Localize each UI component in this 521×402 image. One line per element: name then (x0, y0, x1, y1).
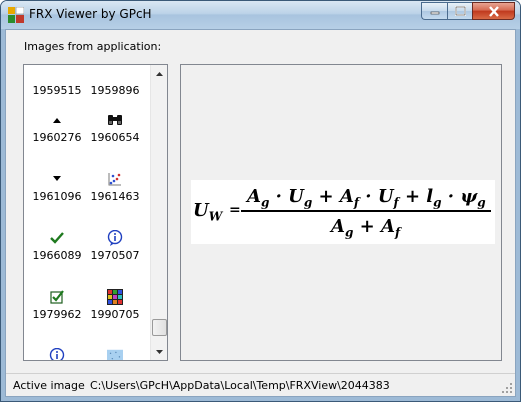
list-item[interactable]: 1990705 (86, 282, 144, 338)
up-arrow-icon (49, 112, 65, 128)
list-item-label: 1990705 (90, 308, 140, 321)
grid-icon (107, 289, 123, 305)
list-item-label: 1966089 (32, 249, 82, 262)
close-icon (488, 5, 499, 17)
minimize-button[interactable] (421, 2, 447, 20)
scroll-up-icon (156, 71, 163, 76)
list-item[interactable]: 1966089 (28, 223, 86, 279)
list-item-label: 1959515 (32, 84, 82, 97)
binoculars-icon (107, 112, 123, 128)
caption-buttons (421, 2, 515, 20)
list-item-label: 1979962 (32, 308, 82, 321)
app-window: FRX Viewer by GPcH Images from applicati… (0, 0, 521, 402)
info-icon (107, 230, 123, 246)
formula-denominator: Ag + Af (331, 216, 401, 240)
image-list[interactable]: 1959515 1959896 1960276 1960654 1961096 … (23, 64, 168, 361)
list-item[interactable]: 1961096 (28, 164, 86, 220)
formula-lhs: UW (193, 200, 223, 224)
status-label: Active image (13, 379, 85, 392)
image-list-content: 1959515 1959896 1960276 1960654 1961096 … (24, 65, 150, 360)
list-item-label: 1959896 (90, 84, 140, 97)
scroll-up-button[interactable] (151, 65, 168, 82)
list-item-label: 1970507 (90, 249, 140, 262)
list-item[interactable]: 1961463 (86, 164, 144, 220)
list-item-label: 1960276 (32, 131, 82, 144)
list-item[interactable]: 1960276 (28, 105, 86, 161)
list-item-label: 1961463 (90, 190, 140, 203)
list-item-label: 1960654 (90, 131, 140, 144)
list-item[interactable]: 1979962 (28, 282, 86, 338)
info-icon (49, 348, 65, 360)
formula-image: UW = Ag · Ug + Af · Uf + lg · ψg Ag + Af (191, 180, 495, 244)
list-item[interactable]: 1960654 (86, 105, 144, 161)
scroll-down-button[interactable] (151, 343, 168, 360)
scroll-down-icon (156, 349, 163, 354)
scroll-thumb[interactable] (152, 319, 167, 336)
checkbox-icon (49, 289, 65, 305)
checkmark-icon (49, 230, 65, 246)
dotted-blue-icon (107, 348, 123, 360)
image-preview: UW = Ag · Ug + Af · Uf + lg · ψg Ag + Af (180, 64, 502, 361)
active-image-path: C:\Users\GPcH\AppData\Local\Temp\FRXView… (90, 379, 390, 392)
formula-equals: = (229, 202, 241, 218)
list-item[interactable] (86, 341, 144, 360)
scatter-icon (107, 171, 123, 187)
minimize-icon (430, 11, 439, 15)
maximize-icon (454, 6, 466, 16)
status-bar: Active image C:\Users\GPcH\AppData\Local… (6, 373, 515, 396)
close-button[interactable] (472, 2, 515, 20)
list-item[interactable]: 1970507 (86, 223, 144, 279)
window-title: FRX Viewer by GPcH (29, 7, 152, 21)
down-arrow-icon (49, 171, 65, 187)
formula-numerator: Ag · Ug + Af · Uf + lg · ψg (247, 186, 486, 210)
resize-grip-icon[interactable] (501, 382, 513, 394)
list-item[interactable] (28, 341, 86, 360)
list-scrollbar[interactable] (150, 65, 167, 360)
client-area: Images from application: 1959515 1959896… (5, 29, 516, 397)
list-item-label: 1961096 (32, 190, 82, 203)
title-bar[interactable]: FRX Viewer by GPcH (1, 1, 520, 29)
formula-fraction-bar (241, 210, 491, 212)
app-icon (8, 7, 24, 23)
maximize-button[interactable] (447, 2, 472, 20)
images-label: Images from application: (24, 40, 162, 53)
